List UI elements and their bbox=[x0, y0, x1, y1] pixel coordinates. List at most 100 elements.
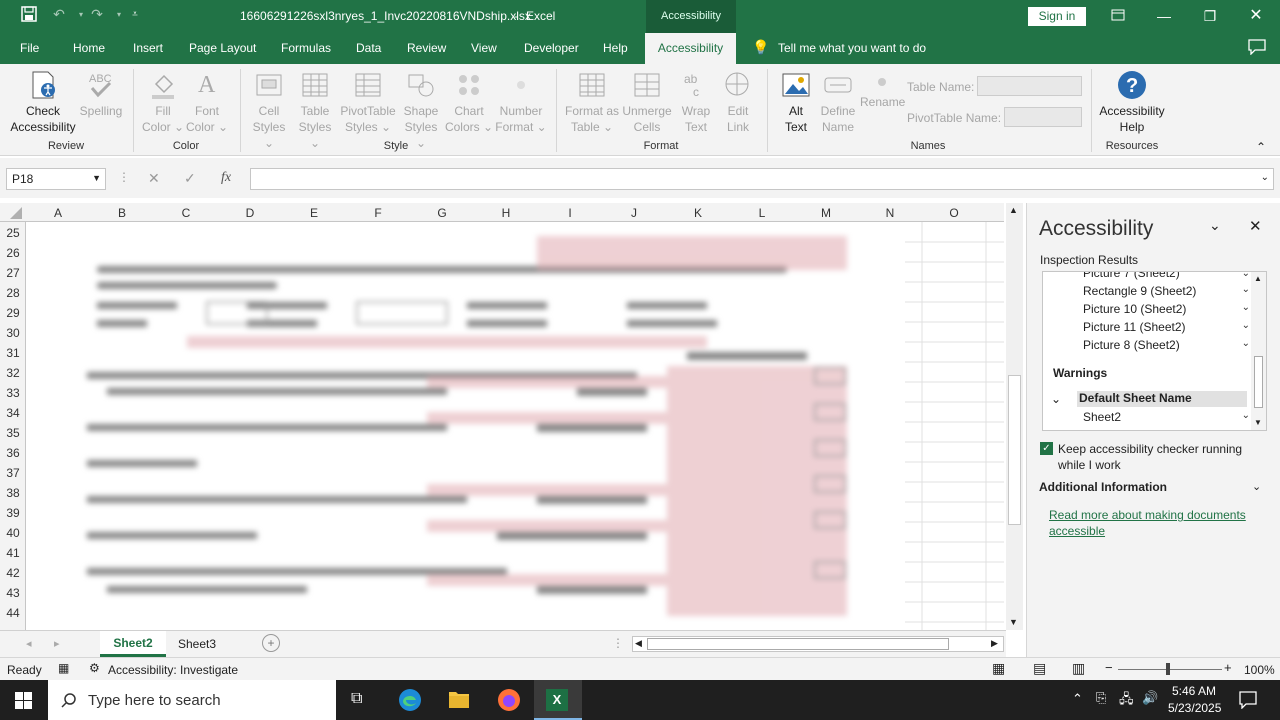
result-item[interactable]: Picture 8 (Sheet2) bbox=[1083, 338, 1180, 352]
embedded-form-picture[interactable] bbox=[67, 222, 927, 630]
number-format-button[interactable]: Number Format ⌄ bbox=[494, 70, 548, 135]
row-header[interactable]: 34 bbox=[0, 406, 26, 420]
column-header[interactable]: A bbox=[26, 206, 90, 220]
row-header[interactable]: 42 bbox=[0, 566, 26, 580]
windows-start-icon[interactable] bbox=[15, 692, 32, 709]
wrap-text-button[interactable]: ab c Wrap Text bbox=[674, 70, 718, 135]
file-explorer-icon[interactable] bbox=[448, 689, 470, 709]
row-header[interactable]: 29 bbox=[0, 306, 26, 320]
define-name-button[interactable]: Define Name bbox=[816, 70, 860, 135]
taskbar-search[interactable]: Type here to search bbox=[48, 680, 336, 720]
tab-view[interactable]: View bbox=[471, 41, 497, 55]
vertical-scrollbar[interactable]: ▲ ▼ bbox=[1006, 203, 1023, 630]
scroll-thumb[interactable] bbox=[1008, 375, 1021, 525]
minimize-icon[interactable]: — bbox=[1144, 4, 1184, 28]
column-header[interactable]: L bbox=[730, 206, 794, 220]
tab-page-layout[interactable]: Page Layout bbox=[189, 41, 256, 55]
tab-home[interactable]: Home bbox=[73, 41, 105, 55]
zoom-out-icon[interactable]: − bbox=[1105, 660, 1113, 675]
hscroll-thumb[interactable] bbox=[647, 638, 949, 650]
redo-icon[interactable]: ↷ bbox=[86, 6, 108, 26]
tab-split-icon[interactable]: ⋮ bbox=[612, 636, 624, 650]
column-header[interactable]: M bbox=[794, 206, 858, 220]
tab-file[interactable]: File bbox=[20, 41, 39, 55]
unmerge-cells-button[interactable]: Unmerge Cells bbox=[620, 70, 674, 135]
scroll-left-icon[interactable]: ◀ bbox=[635, 638, 642, 649]
rename-button[interactable]: Rename bbox=[860, 76, 905, 110]
edit-link-button[interactable]: Edit Link bbox=[716, 70, 760, 135]
page-layout-view-icon[interactable]: ▤ bbox=[1033, 660, 1046, 677]
row-header[interactable]: 37 bbox=[0, 466, 26, 480]
row-header[interactable]: 28 bbox=[0, 286, 26, 300]
clock-time[interactable]: 5:46 AM bbox=[1172, 684, 1216, 698]
table-name-field[interactable] bbox=[977, 76, 1082, 96]
network-device-icon[interactable]: ⎘ bbox=[1096, 690, 1106, 706]
tab-developer[interactable]: Developer bbox=[524, 41, 579, 55]
column-header[interactable]: I bbox=[538, 206, 602, 220]
tell-me-search[interactable]: Tell me what you want to do bbox=[778, 41, 926, 55]
result-item[interactable]: Rectangle 9 (Sheet2) bbox=[1083, 284, 1196, 298]
tab-data[interactable]: Data bbox=[356, 41, 381, 55]
fill-color-button[interactable]: Fill Color ⌄ bbox=[140, 70, 186, 135]
close-window-icon[interactable]: ✕ bbox=[1236, 4, 1276, 28]
new-sheet-icon[interactable]: + bbox=[262, 634, 280, 652]
tab-formulas[interactable]: Formulas bbox=[281, 41, 331, 55]
row-header[interactable]: 36 bbox=[0, 446, 26, 460]
insert-function-icon[interactable]: fx bbox=[221, 170, 231, 186]
tab-accessibility[interactable]: Accessibility bbox=[645, 33, 736, 64]
row-header[interactable]: 31 bbox=[0, 346, 26, 360]
cell-mode-icon[interactable]: ▦ bbox=[58, 661, 69, 675]
comments-icon[interactable] bbox=[1248, 39, 1266, 58]
read-more-link[interactable]: Read more about making documents bbox=[1049, 508, 1246, 522]
undo-icon[interactable]: ↶ bbox=[48, 6, 70, 26]
page-break-view-icon[interactable]: ▥ bbox=[1072, 660, 1085, 677]
zoom-slider[interactable] bbox=[1118, 669, 1222, 670]
chart-colors-button[interactable]: Chart Colors ⌄ bbox=[444, 70, 494, 135]
scroll-up-icon[interactable]: ▲ bbox=[1009, 205, 1018, 215]
spelling-button[interactable]: ABC Spelling bbox=[78, 70, 124, 119]
row-header[interactable]: 44 bbox=[0, 606, 26, 620]
collapse-ribbon-icon[interactable]: ⌃ bbox=[1256, 140, 1266, 154]
column-header[interactable]: E bbox=[282, 206, 346, 220]
warning-default-sheet-name[interactable]: Default Sheet Name bbox=[1077, 391, 1247, 407]
notification-icon[interactable] bbox=[1239, 691, 1257, 709]
column-header[interactable]: H bbox=[474, 206, 538, 220]
ribbon-display-options-icon[interactable] bbox=[1098, 4, 1138, 28]
column-header[interactable]: O bbox=[922, 206, 986, 220]
row-header[interactable]: 38 bbox=[0, 486, 26, 500]
column-header[interactable]: D bbox=[218, 206, 282, 220]
cancel-entry-icon[interactable]: ✕ bbox=[148, 170, 160, 187]
row-header[interactable]: 26 bbox=[0, 246, 26, 260]
worksheet-grid[interactable] bbox=[27, 222, 1004, 630]
keep-running-checkbox[interactable]: ✓ bbox=[1040, 442, 1053, 455]
row-header[interactable]: 43 bbox=[0, 586, 26, 600]
format-as-table-button[interactable]: Format as Table ⌄ bbox=[562, 70, 622, 135]
chevron-down-icon[interactable]: ⌄ bbox=[1252, 480, 1261, 493]
pane-options-icon[interactable]: ⌄ bbox=[1209, 217, 1221, 234]
task-view-icon[interactable]: ⧉ bbox=[351, 690, 362, 708]
tab-insert[interactable]: Insert bbox=[133, 41, 163, 55]
clock-date[interactable]: 5/23/2025 bbox=[1168, 701, 1221, 715]
table-styles-button[interactable]: Table Styles ⌄ bbox=[292, 70, 338, 151]
cell-styles-button[interactable]: Cell Styles ⌄ bbox=[246, 70, 292, 151]
normal-view-icon[interactable]: ▦ bbox=[992, 660, 1005, 677]
network-icon[interactable]: 🖧 bbox=[1119, 690, 1134, 712]
accessibility-help-button[interactable]: ? Accessibility Help bbox=[1094, 70, 1170, 135]
font-color-button[interactable]: A Font Color ⌄ bbox=[184, 70, 230, 135]
sheet-tab-active[interactable]: Sheet2 bbox=[100, 631, 166, 657]
sheet-tab[interactable]: Sheet3 bbox=[166, 631, 228, 657]
row-header[interactable]: 33 bbox=[0, 386, 26, 400]
show-hidden-icons[interactable]: ⌃ bbox=[1072, 691, 1083, 707]
restore-icon[interactable]: ❐ bbox=[1190, 4, 1230, 28]
excel-taskbar-button[interactable]: X bbox=[534, 680, 582, 720]
tab-help[interactable]: Help bbox=[603, 41, 628, 55]
column-header[interactable]: J bbox=[602, 206, 666, 220]
shape-styles-button[interactable]: Shape Styles ⌄ bbox=[398, 70, 444, 151]
row-header[interactable]: 35 bbox=[0, 426, 26, 440]
alt-text-button[interactable]: Alt Text bbox=[774, 70, 818, 135]
prev-sheet-icon[interactable]: ◂ bbox=[26, 637, 32, 650]
check-accessibility-button[interactable]: Check Accessibility bbox=[4, 70, 82, 135]
row-header[interactable]: 30 bbox=[0, 326, 26, 340]
zoom-in-icon[interactable]: + bbox=[1224, 660, 1232, 675]
volume-icon[interactable]: 🔊 bbox=[1142, 690, 1158, 706]
